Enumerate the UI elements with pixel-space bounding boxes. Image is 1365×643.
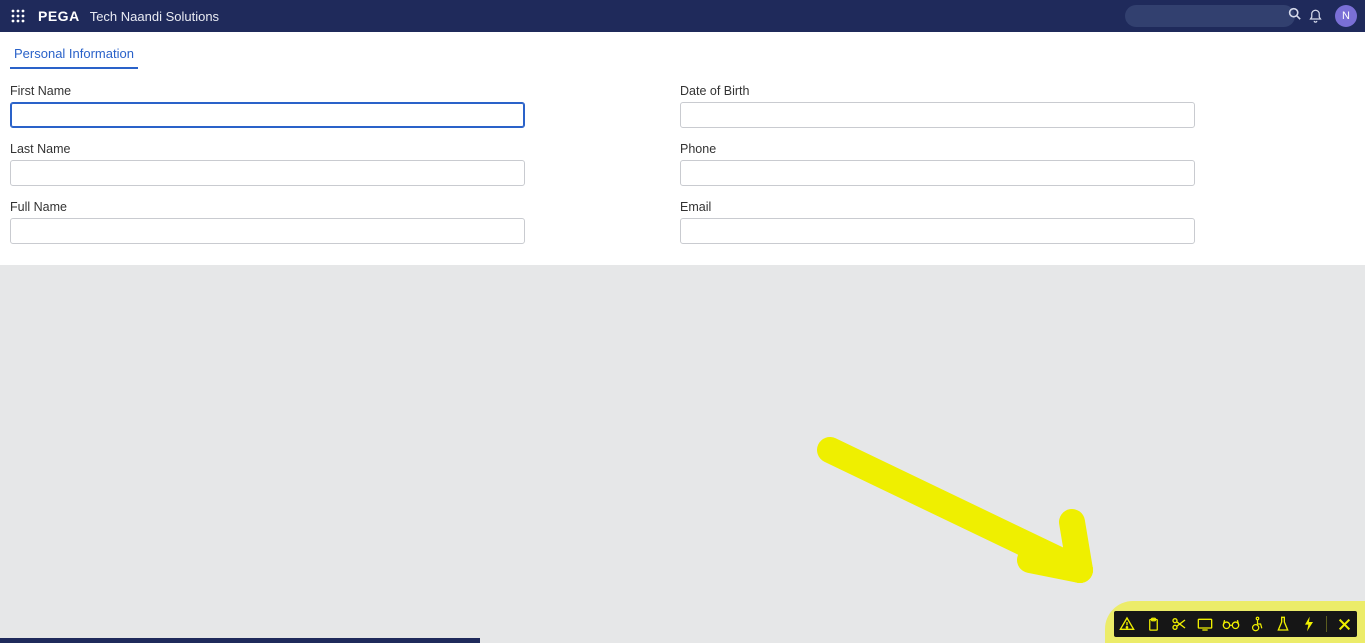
input-email[interactable] — [680, 218, 1195, 244]
glasses-icon[interactable] — [1222, 615, 1240, 633]
field-dob: Date of Birth — [680, 84, 1200, 128]
annotation-arrow — [810, 430, 1130, 610]
input-dob[interactable] — [680, 102, 1195, 128]
search-wrap[interactable] — [1125, 5, 1295, 27]
viewport-icon[interactable] — [1196, 615, 1214, 633]
label-first-name: First Name — [10, 84, 530, 98]
label-last-name: Last Name — [10, 142, 530, 156]
page-area: Personal Information First Name Date of … — [0, 32, 1365, 265]
tab-row: Personal Information — [10, 40, 1355, 70]
field-first-name: First Name — [10, 84, 530, 128]
input-full-name[interactable] — [10, 218, 525, 244]
search-icon[interactable] — [1288, 7, 1301, 25]
dev-toolbar — [1114, 611, 1357, 637]
footer-progress — [0, 638, 480, 643]
field-full-name: Full Name — [10, 200, 530, 244]
avatar-initial: N — [1342, 10, 1350, 22]
input-phone[interactable] — [680, 160, 1195, 186]
field-phone: Phone — [680, 142, 1200, 186]
bolt-icon[interactable] — [1300, 615, 1318, 633]
label-email: Email — [680, 200, 1200, 214]
flask-icon[interactable] — [1274, 615, 1292, 633]
avatar[interactable]: N — [1335, 5, 1357, 27]
label-full-name: Full Name — [10, 200, 530, 214]
input-last-name[interactable] — [10, 160, 525, 186]
close-icon[interactable] — [1335, 615, 1353, 633]
topbar: PEGA Tech Naandi Solutions N — [0, 0, 1365, 32]
alert-icon[interactable] — [1118, 615, 1136, 633]
apps-launcher-icon[interactable] — [8, 6, 28, 26]
input-first-name[interactable] — [10, 102, 525, 128]
field-last-name: Last Name — [10, 142, 530, 186]
notifications-icon[interactable] — [1305, 6, 1325, 26]
toolbar-divider — [1326, 616, 1327, 632]
label-dob: Date of Birth — [680, 84, 1200, 98]
field-email: Email — [680, 200, 1200, 244]
clipboard-icon[interactable] — [1144, 615, 1162, 633]
label-phone: Phone — [680, 142, 1200, 156]
scissors-icon[interactable] — [1170, 615, 1188, 633]
tab-personal-info[interactable]: Personal Information — [10, 40, 138, 69]
accessibility-icon[interactable] — [1248, 615, 1266, 633]
brand-label: PEGA — [38, 8, 80, 24]
search-input[interactable] — [1133, 5, 1288, 27]
app-name-label: Tech Naandi Solutions — [90, 9, 219, 24]
form-grid: First Name Date of Birth Last Name Phone… — [10, 84, 1200, 244]
